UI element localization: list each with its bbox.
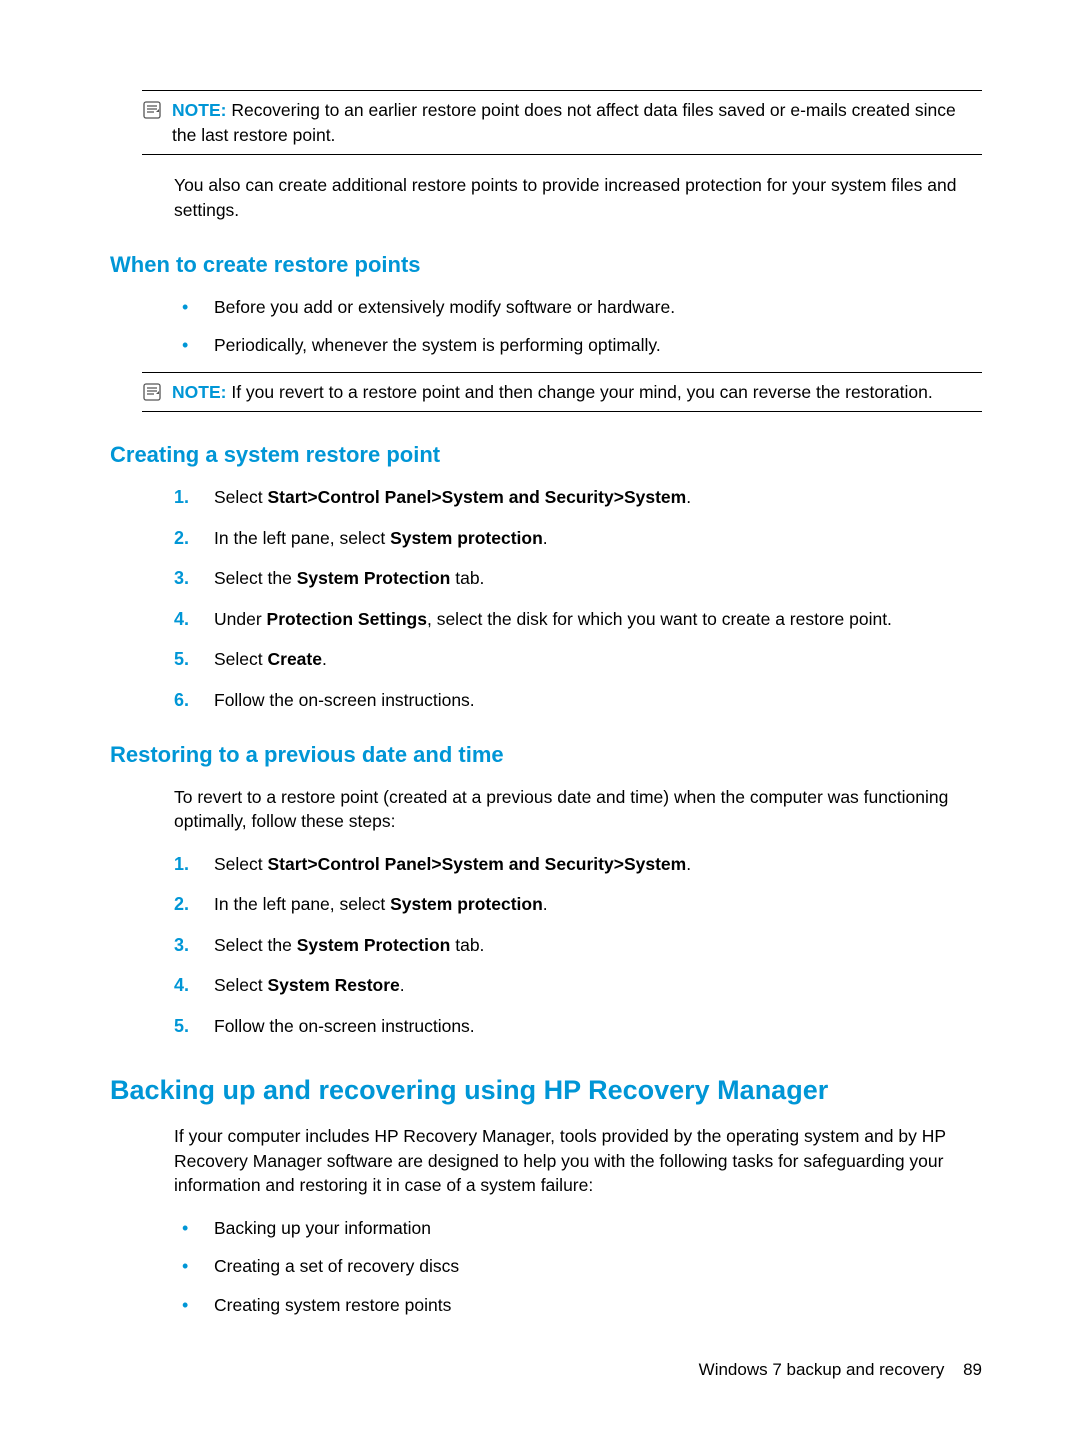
note-block-1: NOTE: Recovering to an earlier restore p… (142, 90, 982, 155)
list-item: Creating system restore points (174, 1293, 982, 1318)
note-text: NOTE: If you revert to a restore point a… (172, 380, 982, 405)
step-item: Select Create. (174, 647, 982, 672)
paragraph: If your computer includes HP Recovery Ma… (174, 1124, 982, 1198)
step-item: Select Start>Control Panel>System and Se… (174, 852, 982, 877)
list-item: Before you add or extensively modify sof… (174, 295, 982, 320)
note-label: NOTE: (172, 382, 226, 402)
note-text: NOTE: Recovering to an earlier restore p… (172, 98, 982, 147)
page-footer: Windows 7 backup and recovery 89 (699, 1358, 982, 1382)
document-page: NOTE: Recovering to an earlier restore p… (0, 0, 1080, 1391)
note-block-2: NOTE: If you revert to a restore point a… (142, 372, 982, 413)
list-item: Periodically, whenever the system is per… (174, 333, 982, 358)
note-body: Recovering to an earlier restore point d… (172, 100, 956, 145)
step-item: Select System Restore. (174, 973, 982, 998)
note-icon (142, 100, 162, 120)
heading-when: When to create restore points (110, 250, 982, 281)
create-steps: Select Start>Control Panel>System and Se… (174, 485, 982, 712)
step-item: Select the System Protection tab. (174, 933, 982, 958)
note-body: If you revert to a restore point and the… (231, 382, 932, 402)
step-item: Select Start>Control Panel>System and Se… (174, 485, 982, 510)
step-item: Under Protection Settings, select the di… (174, 607, 982, 632)
footer-text: Windows 7 backup and recovery (699, 1360, 945, 1379)
step-item: In the left pane, select System protecti… (174, 526, 982, 551)
note-icon (142, 382, 162, 402)
step-item: Select the System Protection tab. (174, 566, 982, 591)
note-label: NOTE: (172, 100, 226, 120)
heading-create: Creating a system restore point (110, 440, 982, 471)
heading-backup: Backing up and recovering using HP Recov… (110, 1072, 982, 1110)
step-item: In the left pane, select System protecti… (174, 892, 982, 917)
paragraph: You also can create additional restore p… (174, 173, 982, 222)
when-bullets: Before you add or extensively modify sof… (174, 295, 982, 358)
step-item: Follow the on-screen instructions. (174, 1014, 982, 1039)
paragraph: To revert to a restore point (created at… (174, 785, 982, 834)
step-item: Follow the on-screen instructions. (174, 688, 982, 713)
restore-steps: Select Start>Control Panel>System and Se… (174, 852, 982, 1039)
heading-restore: Restoring to a previous date and time (110, 740, 982, 771)
page-number: 89 (963, 1360, 982, 1379)
list-item: Backing up your information (174, 1216, 982, 1241)
backup-bullets: Backing up your information Creating a s… (174, 1216, 982, 1318)
list-item: Creating a set of recovery discs (174, 1254, 982, 1279)
